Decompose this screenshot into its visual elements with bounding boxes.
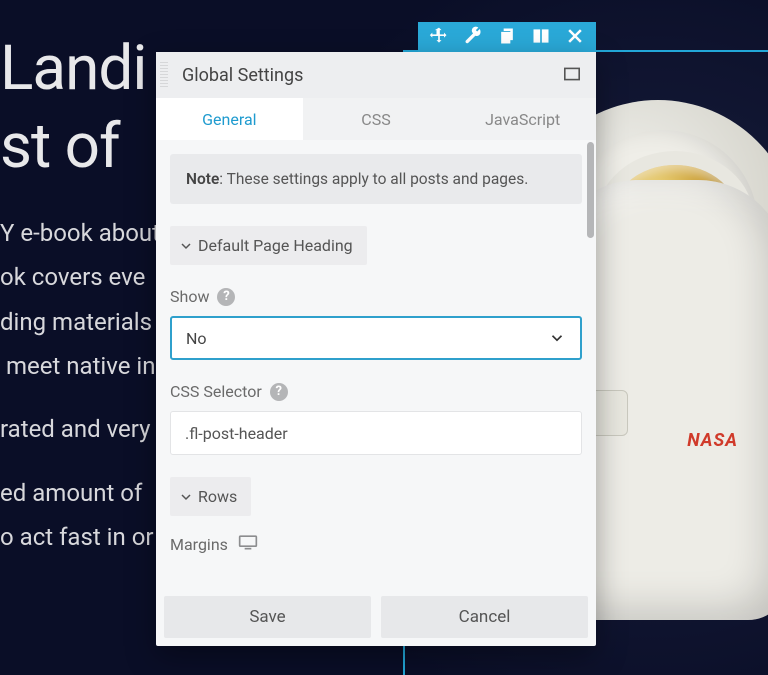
note-text: : These settings apply to all posts and … [219,170,528,188]
margins-label: Margins [170,535,228,554]
panel-title: Global Settings [182,65,303,86]
chevron-down-icon [178,238,194,254]
global-settings-panel: Global Settings General CSS JavaScript N… [156,52,596,646]
tab-label: CSS [361,110,390,129]
settings-note: Note: These settings apply to all posts … [170,154,582,204]
show-value: No [186,329,207,348]
save-button[interactable]: Save [164,596,371,638]
section-default-page-heading[interactable]: Default Page Heading [170,226,367,265]
wrench-icon[interactable] [463,26,483,50]
desktop-icon[interactable] [238,534,258,554]
field-show: Show ? No [170,287,582,360]
nasa-logo-text: NASA [687,430,738,451]
section-label: Default Page Heading [198,236,353,255]
field-margins: Margins [170,534,582,554]
tab-general[interactable]: General [156,98,303,140]
tab-label: JavaScript [485,110,560,129]
cancel-button[interactable]: Cancel [381,596,588,638]
chevron-down-icon [178,489,194,505]
css-selector-input[interactable]: .fl-post-header [170,411,582,455]
cancel-label: Cancel [459,607,511,627]
section-rows[interactable]: Rows [170,477,251,516]
tab-javascript[interactable]: JavaScript [449,98,596,140]
panel-body: Note: These settings apply to all posts … [156,140,596,596]
css-selector-label: CSS Selector [170,382,262,401]
tab-css[interactable]: CSS [303,98,450,140]
move-icon[interactable] [429,26,449,50]
copy-icon[interactable] [497,26,517,50]
show-select[interactable]: No [170,316,582,360]
help-icon[interactable]: ? [217,288,235,306]
drag-handle-icon[interactable] [160,62,168,88]
scrollbar-thumb[interactable] [587,142,594,238]
settings-tabs: General CSS JavaScript [156,98,596,140]
panel-footer: Save Cancel [156,596,596,646]
show-label: Show [170,287,209,306]
close-icon[interactable] [565,26,585,50]
help-icon[interactable]: ? [270,383,288,401]
note-bold: Note [186,170,219,188]
field-css-selector: CSS Selector ? .fl-post-header [170,382,582,455]
tab-label: General [202,110,256,129]
module-actions-toolbar[interactable] [418,22,596,54]
section-label: Rows [198,487,237,506]
columns-icon[interactable] [531,26,551,50]
chevron-down-icon [548,329,566,347]
css-selector-value: .fl-post-header [185,424,288,443]
expand-icon[interactable] [564,66,580,85]
panel-header[interactable]: Global Settings [156,52,596,98]
save-label: Save [249,607,285,627]
